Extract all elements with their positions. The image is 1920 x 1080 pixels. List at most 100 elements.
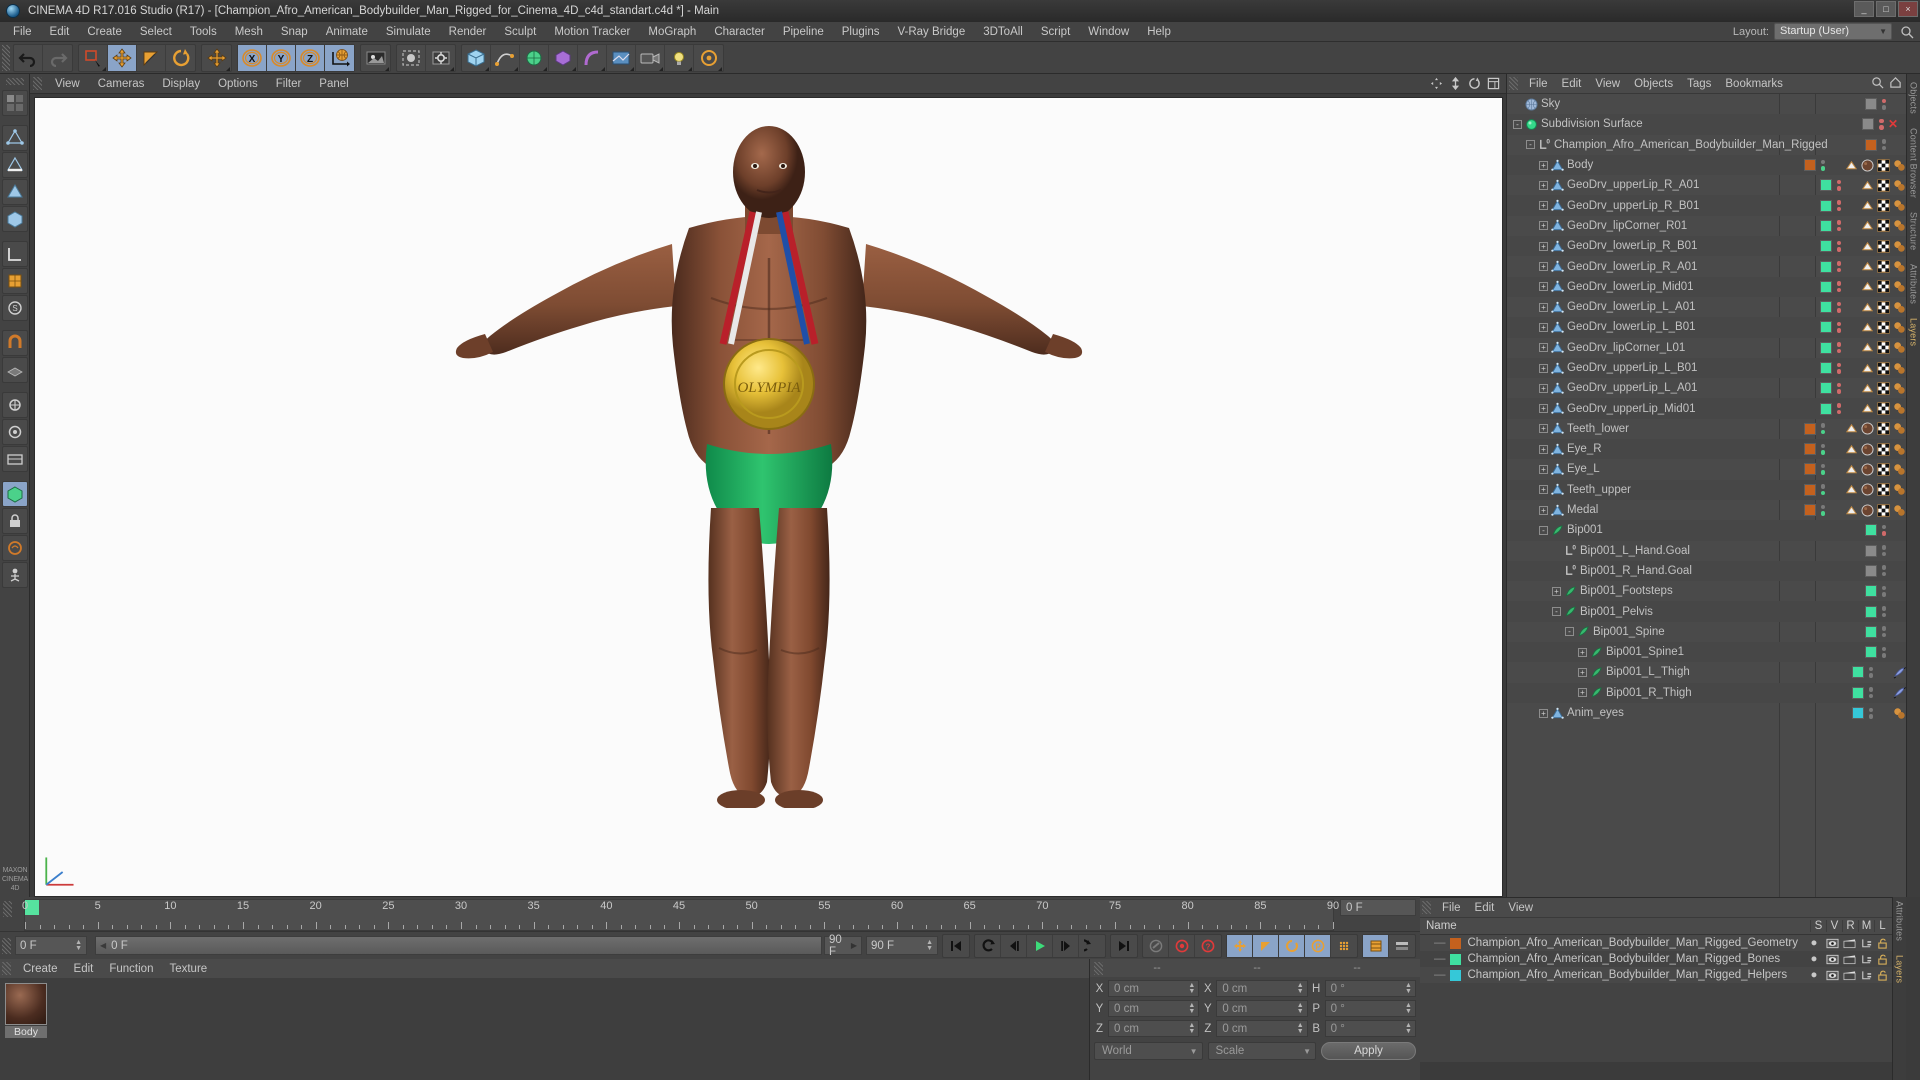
- phong-tag-icon[interactable]: [1861, 382, 1874, 395]
- menu-item-sculpt[interactable]: Sculpt: [495, 22, 545, 42]
- menu-item-view[interactable]: View: [1588, 78, 1627, 90]
- object-row[interactable]: + GeoDrv_lowerLip_Mid01: [1507, 276, 1906, 297]
- expander-toggle[interactable]: -: [1565, 627, 1574, 637]
- key-pla-button[interactable]: [1331, 935, 1357, 957]
- visibility-dots[interactable]: [1836, 281, 1841, 293]
- redo-button[interactable]: [43, 45, 72, 71]
- coordinates-grip[interactable]: [1094, 961, 1103, 975]
- object-color-swatch[interactable]: [1851, 686, 1864, 699]
- expander-toggle[interactable]: +: [1539, 180, 1548, 190]
- maximize-button[interactable]: □: [1876, 1, 1896, 17]
- menu-item-plugins[interactable]: Plugins: [833, 22, 889, 42]
- menu-item-simulate[interactable]: Simulate: [377, 22, 440, 42]
- object-color-swatch[interactable]: [1864, 524, 1877, 537]
- expander-toggle[interactable]: +: [1539, 201, 1548, 211]
- size-field-x[interactable]: 0 cm ▲ ▼: [1216, 980, 1308, 997]
- menu-item-mesh[interactable]: Mesh: [226, 22, 272, 42]
- menu-item-motion-tracker[interactable]: Motion Tracker: [545, 22, 639, 42]
- visibility-dots[interactable]: [1836, 382, 1841, 394]
- menu-item-function[interactable]: Function: [101, 963, 161, 975]
- object-color-swatch[interactable]: [1819, 179, 1832, 192]
- slider-left-arrow-icon[interactable]: ◀: [100, 941, 106, 950]
- move-tool-button[interactable]: [108, 44, 137, 71]
- object-color-swatch[interactable]: [1819, 362, 1832, 374]
- material-tag-icon[interactable]: [1893, 707, 1906, 720]
- uv-tag-icon[interactable]: [1877, 443, 1890, 456]
- expander-toggle[interactable]: -: [1526, 140, 1535, 150]
- object-row[interactable]: + Bip001_Footsteps: [1507, 581, 1906, 601]
- viewport-3d[interactable]: OLYMPIA: [34, 97, 1503, 897]
- spinner-icon[interactable]: ▲ ▼: [1188, 982, 1195, 995]
- layer-rows[interactable]: — Champion_Afro_American_Bodybuilder_Man_…: [1420, 935, 1892, 983]
- uv-tag-icon[interactable]: [1877, 240, 1890, 253]
- expander-toggle[interactable]: +: [1578, 688, 1587, 698]
- object-manager-grip[interactable]: [1509, 77, 1518, 90]
- object-row[interactable]: - Bip001: [1507, 520, 1906, 541]
- timeline-view-button[interactable]: [1363, 934, 1389, 957]
- layer-column-v[interactable]: V: [1826, 920, 1842, 932]
- object-row[interactable]: + GeoDrv_lowerLip_L_B01: [1507, 317, 1906, 338]
- layer-row[interactable]: — Champion_Afro_American_Bodybuilder_Man_…: [1420, 967, 1892, 983]
- object-row[interactable]: 0 Bip001_L_Hand.Goal: [1507, 541, 1906, 561]
- spinner-icon[interactable]: ▲ ▼: [1188, 1002, 1195, 1015]
- uv-tag-icon[interactable]: [1877, 422, 1890, 436]
- layer-color-swatch[interactable]: [1449, 969, 1461, 981]
- expander-toggle[interactable]: +: [1539, 485, 1548, 495]
- disable-marker-icon[interactable]: ✕: [1888, 117, 1898, 131]
- phong-tag-icon[interactable]: [1861, 240, 1874, 253]
- search-icon[interactable]: [1900, 25, 1914, 39]
- material-tag-icon[interactable]: [1893, 443, 1906, 456]
- expander-toggle[interactable]: -: [1552, 607, 1561, 617]
- object-row[interactable]: + GeoDrv_upperLip_L_B01: [1507, 357, 1906, 379]
- key-position-button[interactable]: [1227, 934, 1253, 957]
- layer-column-r[interactable]: R: [1842, 920, 1858, 932]
- menu-item-view[interactable]: View: [46, 78, 89, 90]
- size-field-y[interactable]: 0 cm ▲ ▼: [1216, 1000, 1308, 1017]
- timeline-ruler[interactable]: 0 5 10 15 20 25 30 35 40 45 50 55 60 65 70 75 80 85 90: [22, 899, 1339, 931]
- object-color-swatch[interactable]: [1864, 625, 1877, 638]
- object-color-swatch[interactable]: [1864, 138, 1877, 151]
- key-rotation-button[interactable]: [1279, 934, 1305, 957]
- expander-toggle[interactable]: +: [1539, 241, 1548, 251]
- side-tab-attributes[interactable]: Attributes: [1909, 264, 1919, 304]
- expander-toggle[interactable]: +: [1539, 343, 1548, 353]
- material-tag-icon[interactable]: [1893, 159, 1906, 172]
- key-scale-button[interactable]: [1253, 934, 1279, 957]
- object-color-swatch[interactable]: [1819, 382, 1832, 395]
- material-tag-icon[interactable]: [1893, 382, 1906, 395]
- texture-tag-icon[interactable]: [1861, 443, 1874, 456]
- layer-row[interactable]: — Champion_Afro_American_Bodybuilder_Man_…: [1420, 935, 1892, 951]
- solo-dot-icon[interactable]: ●: [1806, 953, 1822, 965]
- visibility-dots[interactable]: [1820, 443, 1825, 455]
- eye-icon[interactable]: [1826, 938, 1839, 949]
- visibility-dots[interactable]: [1881, 545, 1886, 557]
- eye-icon[interactable]: [1826, 954, 1839, 965]
- eye-icon[interactable]: [1826, 970, 1839, 981]
- uv-tag-icon[interactable]: [1877, 158, 1890, 172]
- key-parameter-button[interactable]: P: [1305, 934, 1331, 957]
- mograph-button[interactable]: [694, 45, 723, 71]
- nurbs-generator-button[interactable]: [520, 44, 549, 71]
- pose-icon[interactable]: [1, 562, 28, 588]
- coordinate-space-dropdown[interactable]: World ▼: [1094, 1042, 1203, 1060]
- material-tag-icon[interactable]: [1893, 301, 1906, 314]
- uv-tag-icon[interactable]: [1877, 280, 1890, 293]
- expander-toggle[interactable]: +: [1539, 262, 1548, 272]
- solo-dot-icon[interactable]: ●: [1806, 969, 1822, 981]
- object-color-swatch[interactable]: [1851, 666, 1864, 679]
- object-row[interactable]: - Subdivision Surface ✕: [1507, 114, 1906, 135]
- object-row[interactable]: + Teeth_upper: [1507, 479, 1906, 500]
- object-row[interactable]: + GeoDrv_upperLip_R_B01: [1507, 195, 1906, 216]
- visibility-dots[interactable]: [1836, 321, 1841, 333]
- uv-tag-icon[interactable]: [1877, 179, 1890, 192]
- expander-toggle[interactable]: +: [1539, 322, 1548, 332]
- play-button[interactable]: [1027, 934, 1053, 957]
- axis-mode-icon[interactable]: [1, 241, 28, 267]
- render-clapper-icon[interactable]: [1843, 938, 1856, 949]
- object-row[interactable]: + Bip001_L_Thigh: [1507, 662, 1906, 682]
- deform-icon[interactable]: [1, 535, 28, 561]
- material-tag-icon[interactable]: [1893, 240, 1906, 253]
- expander-toggle[interactable]: +: [1539, 444, 1548, 454]
- object-manager-tree[interactable]: Sky - Subdivision Surface ✕ -0 Champion_Afro_…: [1507, 94, 1906, 897]
- menu-item-create[interactable]: Create: [15, 963, 66, 975]
